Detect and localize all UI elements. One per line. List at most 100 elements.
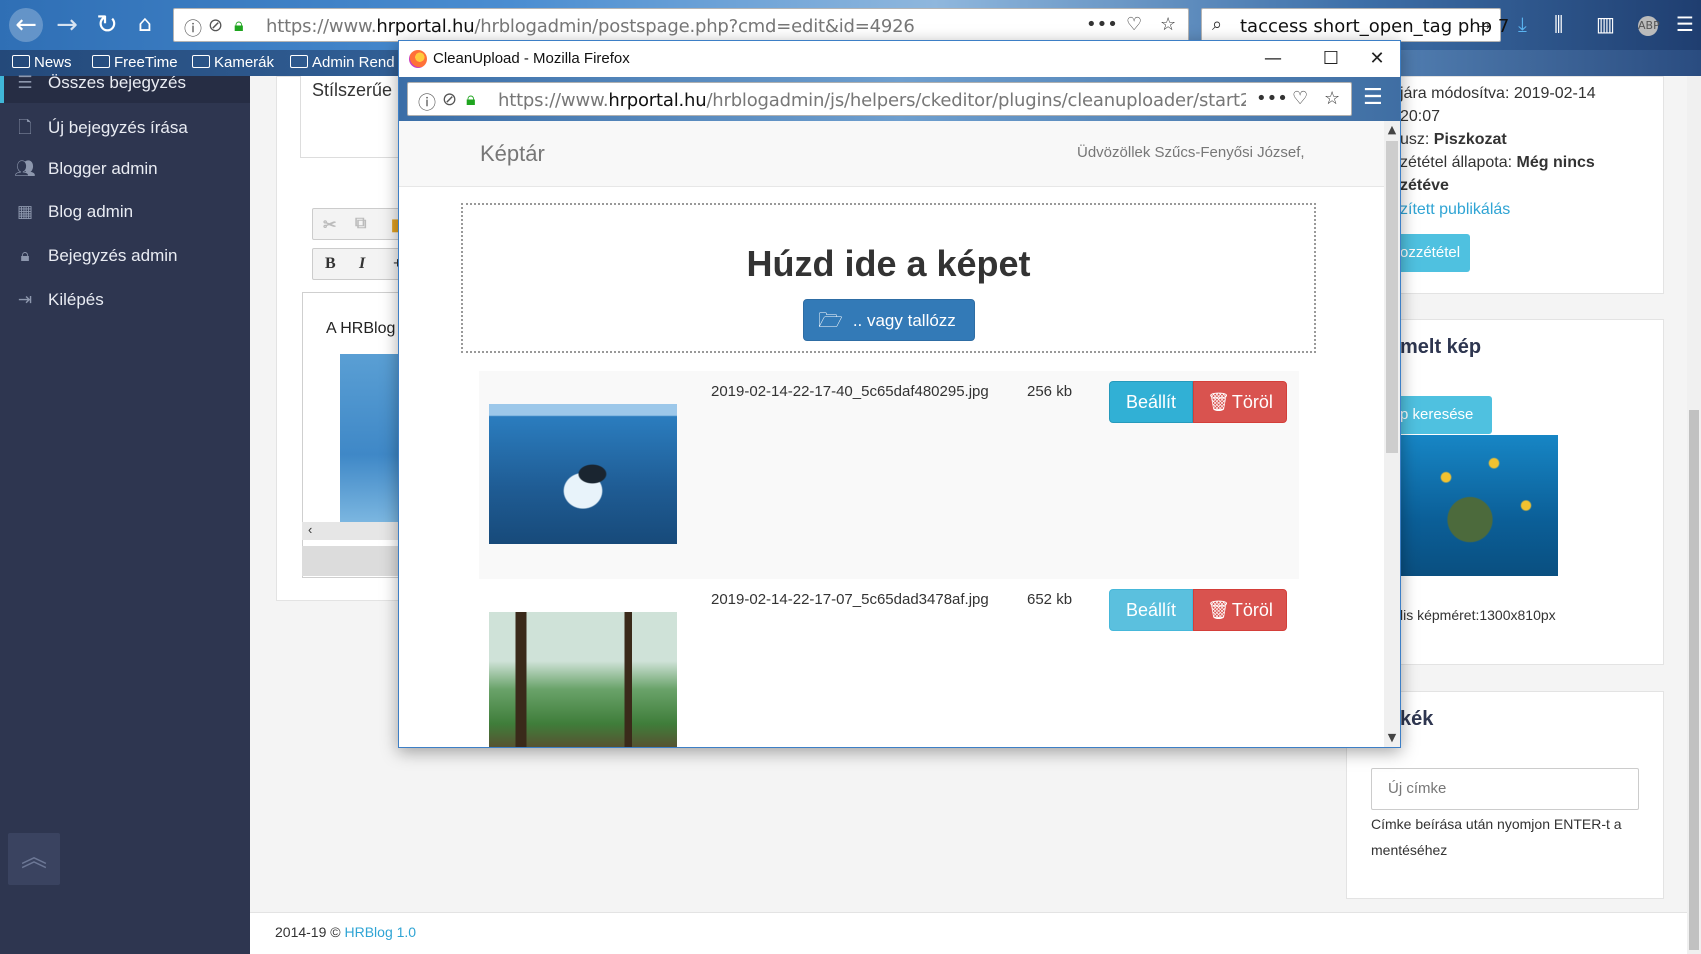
popup-navbar: ⓘ ⊘ 🔒︎ https://www.hrportal.hu/hrblogadm… bbox=[399, 77, 1400, 121]
search-icon: ⌕ bbox=[1212, 14, 1223, 35]
lock-icon: 🔒︎ bbox=[20, 246, 30, 266]
info-icon[interactable]: ⓘ bbox=[184, 15, 202, 41]
pocket-icon[interactable]: ♡ bbox=[1292, 88, 1308, 109]
footer-text: 2014-19 © HRBlog 1.0 bbox=[275, 924, 417, 940]
cut-icon[interactable]: ✂ bbox=[323, 215, 336, 235]
italic-icon[interactable]: I bbox=[359, 255, 365, 273]
trash-icon: 🗑 bbox=[1207, 392, 1230, 413]
file-row: 2019-02-14-22-17-07_5c65dad3478af.jpg 65… bbox=[479, 579, 1299, 747]
download-icon[interactable]: ⤓ bbox=[1518, 12, 1527, 36]
copy-icon[interactable]: ⧉ bbox=[355, 215, 366, 233]
featured-image-turtle bbox=[1398, 435, 1558, 576]
scroll-to-top-button[interactable]: ︽ bbox=[8, 833, 60, 885]
bookmark-news[interactable]: News bbox=[12, 54, 72, 71]
logout-icon: ⇥ bbox=[17, 290, 33, 310]
url-text: https://www.hrportal.hu/hrblogadmin/post… bbox=[266, 16, 915, 37]
menu-icon[interactable]: ☰ bbox=[1676, 12, 1694, 36]
featured-image-title: melt kép bbox=[1400, 336, 1482, 358]
scroll-down-arrow-icon[interactable]: ▼ bbox=[1386, 731, 1398, 744]
grid-icon: ▦ bbox=[16, 202, 34, 222]
tag-hint-line2: mentéséhez bbox=[1371, 842, 1448, 858]
scheduled-publish-link[interactable]: zített publikálás bbox=[1400, 201, 1510, 219]
gallery-brand[interactable]: Képtár bbox=[480, 141, 545, 167]
sidebar-item-bejegyzes-admin[interactable]: 🔒︎ Bejegyzés admin bbox=[14, 246, 177, 266]
firefox-logo-icon bbox=[409, 50, 427, 68]
popup-window-title: CleanUpload - Mozilla Firefox bbox=[433, 50, 630, 67]
publish-state-value-cont: zétéve bbox=[1400, 177, 1449, 194]
address-bar[interactable]: ⓘ ⊘ 🔒︎ https://www.hrportal.hu/hrblogadm… bbox=[173, 8, 1189, 42]
file-thumbnail-forest[interactable] bbox=[489, 612, 677, 747]
users-icon: 👥︎ bbox=[14, 159, 36, 179]
forward-arrow-icon[interactable]: → bbox=[52, 10, 82, 40]
sidebar-item-osszes-bejegyzes[interactable]: ☰ Összes bejegyzés bbox=[14, 73, 186, 93]
delete-image-button[interactable]: 🗑 Töröl bbox=[1193, 589, 1287, 631]
popup-scrollbar-thumb[interactable] bbox=[1386, 141, 1398, 453]
tag-hint-line1: Címke beírása után nyomjon ENTER-t a bbox=[1371, 816, 1622, 832]
set-image-button[interactable]: Beállít bbox=[1109, 381, 1193, 423]
publish-button[interactable]: ozzététel bbox=[1398, 234, 1470, 272]
publish-state-value: Még nincs bbox=[1516, 154, 1595, 171]
tags-title: kék bbox=[1400, 708, 1434, 730]
scroll-left-arrow-icon[interactable]: ‹ bbox=[308, 522, 312, 537]
page-scrollbar-thumb[interactable] bbox=[1689, 410, 1699, 950]
scroll-up-arrow-icon[interactable]: ▲ bbox=[1386, 123, 1398, 136]
list-icon: ☰ bbox=[17, 73, 33, 93]
trash-icon: 🗑 bbox=[1207, 600, 1230, 621]
bookmark-freetime[interactable]: FreeTime bbox=[92, 54, 178, 71]
image-size-note: lis képméret:1300x810px bbox=[1400, 607, 1556, 623]
bookmark-admin-rend[interactable]: Admin Rend bbox=[290, 54, 395, 71]
status-value: Piszkozat bbox=[1433, 131, 1507, 148]
popup-content: Képtár Üdvözöllek Szűcs-Fenyősi József, … bbox=[399, 121, 1384, 747]
image-search-button[interactable]: p keresése bbox=[1398, 396, 1492, 434]
sidebar-item-uj-bejegyzes[interactable]: 🗋 Új bejegyzés írása bbox=[14, 115, 188, 144]
tag-input[interactable]: Új címke bbox=[1371, 768, 1639, 810]
sidebar-item-blogger-admin[interactable]: 👥︎ Blogger admin bbox=[14, 159, 157, 179]
sidebar-item-blog-admin[interactable]: ▦ Blog admin bbox=[14, 202, 133, 222]
file-row: 2019-02-14-22-17-40_5c65daf480295.jpg 25… bbox=[479, 371, 1299, 579]
set-image-button[interactable]: Beállít bbox=[1109, 589, 1193, 631]
maximize-icon[interactable]: ☐ bbox=[1311, 45, 1351, 73]
modified-date-label: jára módosítva: 2019-02-14 bbox=[1400, 85, 1596, 102]
reload-icon[interactable]: ↻ bbox=[92, 10, 122, 40]
sidebar-item-kilepes[interactable]: ⇥ Kilépés bbox=[14, 290, 104, 310]
sidebar-toggle-icon[interactable]: ▥ bbox=[1596, 12, 1615, 36]
bookmark-star-icon[interactable]: ☆ bbox=[1324, 88, 1340, 109]
adblock-icon[interactable]: ABP bbox=[1638, 16, 1660, 36]
more-actions-icon[interactable]: ••• bbox=[1086, 14, 1118, 35]
tracking-protection-icon[interactable]: ⊘ bbox=[442, 89, 457, 110]
folder-icon bbox=[92, 55, 110, 68]
chevron-up-icon: ︽ bbox=[20, 843, 47, 873]
menu-icon[interactable]: ☰ bbox=[1363, 85, 1383, 110]
status-row: usz: Piszkozat bbox=[1400, 131, 1507, 148]
lock-icon: 🔒︎ bbox=[466, 89, 476, 110]
drop-zone[interactable]: Húzd ide a képet 🗁.. vagy tallózz bbox=[461, 203, 1316, 353]
search-query: taccess short_open_tag php 7 bbox=[1240, 16, 1510, 37]
popup-address-bar[interactable]: ⓘ ⊘ 🔒︎ https://www.hrportal.hu/hrblogadm… bbox=[407, 82, 1352, 116]
search-go-arrow-icon[interactable]: → bbox=[1474, 13, 1494, 36]
document-icon: 🗋 bbox=[18, 118, 32, 138]
file-size: 652 kb bbox=[1027, 591, 1073, 608]
back-arrow-icon[interactable]: ← bbox=[9, 8, 43, 42]
tracking-protection-icon[interactable]: ⊘ bbox=[208, 15, 223, 36]
close-icon[interactable]: ✕ bbox=[1357, 45, 1397, 73]
popup-titlebar: CleanUpload - Mozilla Firefox — ☐ ✕ bbox=[399, 41, 1400, 77]
lock-icon: 🔒︎ bbox=[234, 15, 244, 36]
folder-icon bbox=[12, 55, 30, 68]
file-name: 2019-02-14-22-17-07_5c65dad3478af.jpg bbox=[711, 591, 989, 608]
delete-image-button[interactable]: 🗑 Töröl bbox=[1193, 381, 1287, 423]
library-icon[interactable]: ⫼ bbox=[1554, 12, 1563, 36]
footer-link[interactable]: HRBlog 1.0 bbox=[344, 924, 416, 940]
bookmark-star-icon[interactable]: ☆ bbox=[1160, 14, 1176, 35]
welcome-text: Üdvözöllek Szűcs-Fenyősi József, bbox=[1077, 144, 1305, 161]
browse-button[interactable]: 🗁.. vagy tallózz bbox=[803, 299, 975, 341]
cleanupload-window: CleanUpload - Mozilla Firefox — ☐ ✕ ⓘ ⊘ … bbox=[398, 40, 1401, 748]
minimize-icon[interactable]: — bbox=[1253, 45, 1293, 73]
bold-icon[interactable]: B bbox=[325, 255, 336, 273]
pocket-icon[interactable]: ♡ bbox=[1126, 14, 1142, 35]
bookmark-kamerak[interactable]: Kamerák bbox=[192, 54, 274, 71]
search-bar[interactable]: ⌕ taccess short_open_tag php 7 → bbox=[1201, 8, 1509, 42]
more-actions-icon[interactable]: ••• bbox=[1256, 88, 1288, 109]
home-icon[interactable]: ⌂ bbox=[130, 10, 160, 40]
file-thumbnail-whale[interactable] bbox=[489, 404, 677, 544]
info-icon[interactable]: ⓘ bbox=[418, 89, 436, 115]
